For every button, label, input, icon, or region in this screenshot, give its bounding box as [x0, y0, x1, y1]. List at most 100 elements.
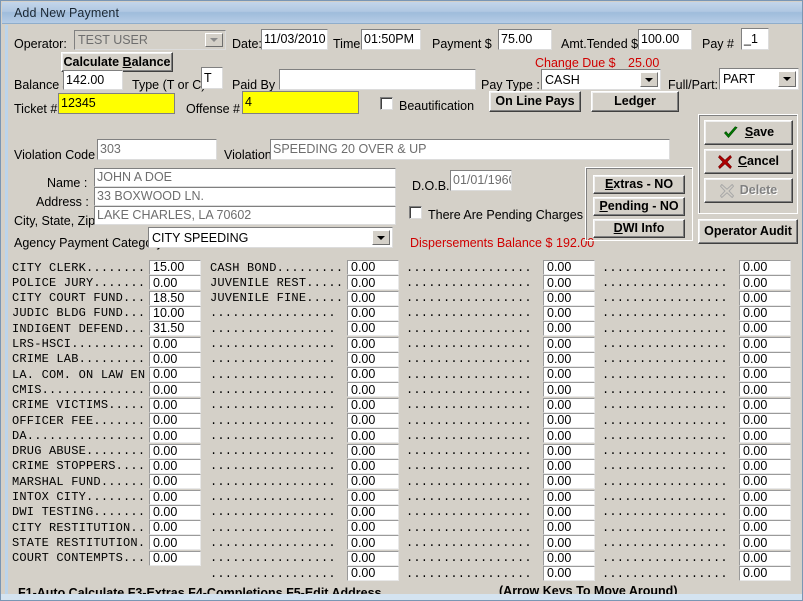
dispersement-amount-input[interactable]: 0.00: [543, 260, 595, 275]
dispersement-amount-input[interactable]: 15.00: [149, 260, 201, 275]
dispersement-amount-input[interactable]: 0.00: [739, 489, 791, 505]
dispersement-amount-input[interactable]: 0.00: [347, 367, 399, 383]
pay-type-combo[interactable]: CASH: [541, 69, 661, 90]
dispersement-amount-input[interactable]: 0.00: [347, 504, 399, 520]
dispersement-amount-input[interactable]: 0.00: [347, 397, 399, 413]
pending-button[interactable]: Pending - NO: [593, 197, 685, 216]
dispersement-amount-input[interactable]: 0.00: [347, 321, 399, 337]
dispersement-amount-input[interactable]: 0.00: [149, 550, 201, 566]
dispersement-amount-input[interactable]: 0.00: [149, 275, 201, 291]
dispersement-amount-input[interactable]: 0.00: [739, 367, 791, 383]
save-button[interactable]: Save: [704, 120, 793, 145]
dispersement-amount-input[interactable]: 0.00: [347, 535, 399, 551]
dispersement-amount-input[interactable]: 0.00: [149, 520, 201, 536]
dispersement-amount-input[interactable]: 0.00: [149, 413, 201, 428]
dispersement-amount-input[interactable]: 0.00: [543, 367, 595, 383]
operator-audit-button[interactable]: Operator Audit: [698, 219, 798, 244]
dispersement-amount-input[interactable]: 0.00: [739, 474, 791, 490]
dispersement-amount-input[interactable]: 0.00: [347, 382, 399, 398]
dispersement-amount-input[interactable]: 0.00: [347, 458, 399, 474]
dispersement-amount-input[interactable]: 0.00: [347, 305, 399, 321]
dispersement-amount-input[interactable]: 31.50: [149, 321, 201, 337]
date-input[interactable]: 11/03/2010: [261, 29, 328, 50]
payment-input[interactable]: 75.00: [498, 29, 552, 50]
dispersement-amount-input[interactable]: 0.00: [543, 351, 595, 367]
dispersement-amount-input[interactable]: 0.00: [739, 275, 791, 291]
dispersement-amount-input[interactable]: 0.00: [347, 566, 399, 581]
violation-input[interactable]: SPEEDING 20 OVER & UP: [270, 139, 670, 160]
dispersement-amount-input[interactable]: 0.00: [543, 290, 595, 306]
dispersement-amount-input[interactable]: 0.00: [739, 397, 791, 413]
agency-payment-category-combo[interactable]: CITY SPEEDING: [148, 227, 393, 248]
dispersement-amount-input[interactable]: 0.00: [347, 336, 399, 352]
chevron-down-icon[interactable]: [205, 33, 223, 47]
dispersement-amount-input[interactable]: 0.00: [149, 443, 201, 459]
dob-input[interactable]: 01/01/1960: [450, 170, 512, 191]
dispersement-amount-input[interactable]: 0.00: [739, 321, 791, 337]
chevron-down-icon[interactable]: [778, 71, 796, 87]
dispersement-amount-input[interactable]: 0.00: [543, 305, 595, 321]
dispersement-amount-input[interactable]: 0.00: [543, 413, 595, 428]
dispersement-amount-input[interactable]: 0.00: [149, 428, 201, 444]
dispersement-amount-input[interactable]: 0.00: [149, 367, 201, 383]
dispersement-amount-input[interactable]: 0.00: [347, 520, 399, 536]
dispersement-amount-input[interactable]: 0.00: [739, 566, 791, 581]
dispersement-amount-input[interactable]: 0.00: [543, 504, 595, 520]
dispersement-amount-input[interactable]: 0.00: [739, 443, 791, 459]
city-state-zip-input[interactable]: LAKE CHARLES, LA 70602: [94, 206, 396, 225]
dwi-info-button[interactable]: D WI Info: [593, 219, 685, 238]
dispersement-amount-input[interactable]: 0.00: [347, 351, 399, 367]
chevron-down-icon[interactable]: [372, 230, 390, 245]
balance-input[interactable]: 142.00: [63, 70, 123, 90]
chevron-down-icon[interactable]: [640, 72, 658, 87]
dispersement-amount-input[interactable]: 0.00: [543, 443, 595, 459]
cancel-button[interactable]: Cancel: [704, 149, 793, 174]
extras-button[interactable]: Extras - NO: [593, 175, 685, 194]
dispersement-amount-input[interactable]: 0.00: [347, 260, 399, 275]
amt-tended-input[interactable]: 100.00: [638, 29, 692, 50]
dispersement-amount-input[interactable]: 0.00: [739, 382, 791, 398]
dispersement-amount-input[interactable]: 0.00: [149, 336, 201, 352]
dispersement-amount-input[interactable]: 0.00: [543, 520, 595, 536]
dispersement-amount-input[interactable]: 0.00: [739, 550, 791, 566]
dispersement-amount-input[interactable]: 10.00: [149, 305, 201, 321]
dispersement-amount-input[interactable]: 0.00: [347, 550, 399, 566]
full-part-combo[interactable]: PART: [719, 68, 799, 90]
dispersement-amount-input[interactable]: 0.00: [739, 351, 791, 367]
dispersement-amount-input[interactable]: 18.50: [149, 290, 201, 306]
dispersement-amount-input[interactable]: 0.00: [739, 504, 791, 520]
dispersement-amount-input[interactable]: 0.00: [149, 351, 201, 367]
calculate-balance-button[interactable]: Calculate Balance: [61, 52, 173, 72]
paid-by-input[interactable]: [279, 69, 476, 90]
dispersement-amount-input[interactable]: 0.00: [149, 382, 201, 398]
pay-number-input[interactable]: _1: [741, 28, 769, 50]
dispersement-amount-input[interactable]: 0.00: [543, 489, 595, 505]
dispersement-amount-input[interactable]: 0.00: [149, 489, 201, 505]
dispersement-amount-input[interactable]: 0.00: [149, 535, 201, 551]
dispersement-amount-input[interactable]: 0.00: [347, 443, 399, 459]
dispersement-amount-input[interactable]: 0.00: [543, 458, 595, 474]
dispersement-amount-input[interactable]: 0.00: [543, 535, 595, 551]
dispersement-amount-input[interactable]: 0.00: [739, 336, 791, 352]
dispersement-amount-input[interactable]: 0.00: [149, 474, 201, 490]
dispersement-amount-input[interactable]: 0.00: [149, 504, 201, 520]
dispersement-amount-input[interactable]: 0.00: [347, 489, 399, 505]
dispersement-amount-input[interactable]: 0.00: [543, 474, 595, 490]
dispersement-amount-input[interactable]: 0.00: [739, 305, 791, 321]
dispersement-amount-input[interactable]: 0.00: [347, 474, 399, 490]
name-input[interactable]: JOHN A DOE: [94, 168, 396, 187]
dispersement-amount-input[interactable]: 0.00: [739, 260, 791, 275]
dispersement-amount-input[interactable]: 0.00: [739, 413, 791, 428]
dispersement-amount-input[interactable]: 0.00: [543, 382, 595, 398]
dispersement-amount-input[interactable]: 0.00: [543, 336, 595, 352]
dispersement-amount-input[interactable]: 0.00: [739, 290, 791, 306]
pending-charges-checkbox[interactable]: [409, 206, 422, 219]
dispersement-amount-input[interactable]: 0.00: [739, 520, 791, 536]
dispersement-amount-input[interactable]: 0.00: [347, 413, 399, 428]
dispersement-amount-input[interactable]: 0.00: [543, 397, 595, 413]
type-input[interactable]: T: [201, 67, 223, 89]
violation-code-input[interactable]: 303: [97, 139, 217, 160]
dispersement-amount-input[interactable]: 0.00: [543, 550, 595, 566]
operator-combo[interactable]: TEST USER: [74, 30, 226, 50]
dispersement-amount-input[interactable]: 0.00: [739, 458, 791, 474]
